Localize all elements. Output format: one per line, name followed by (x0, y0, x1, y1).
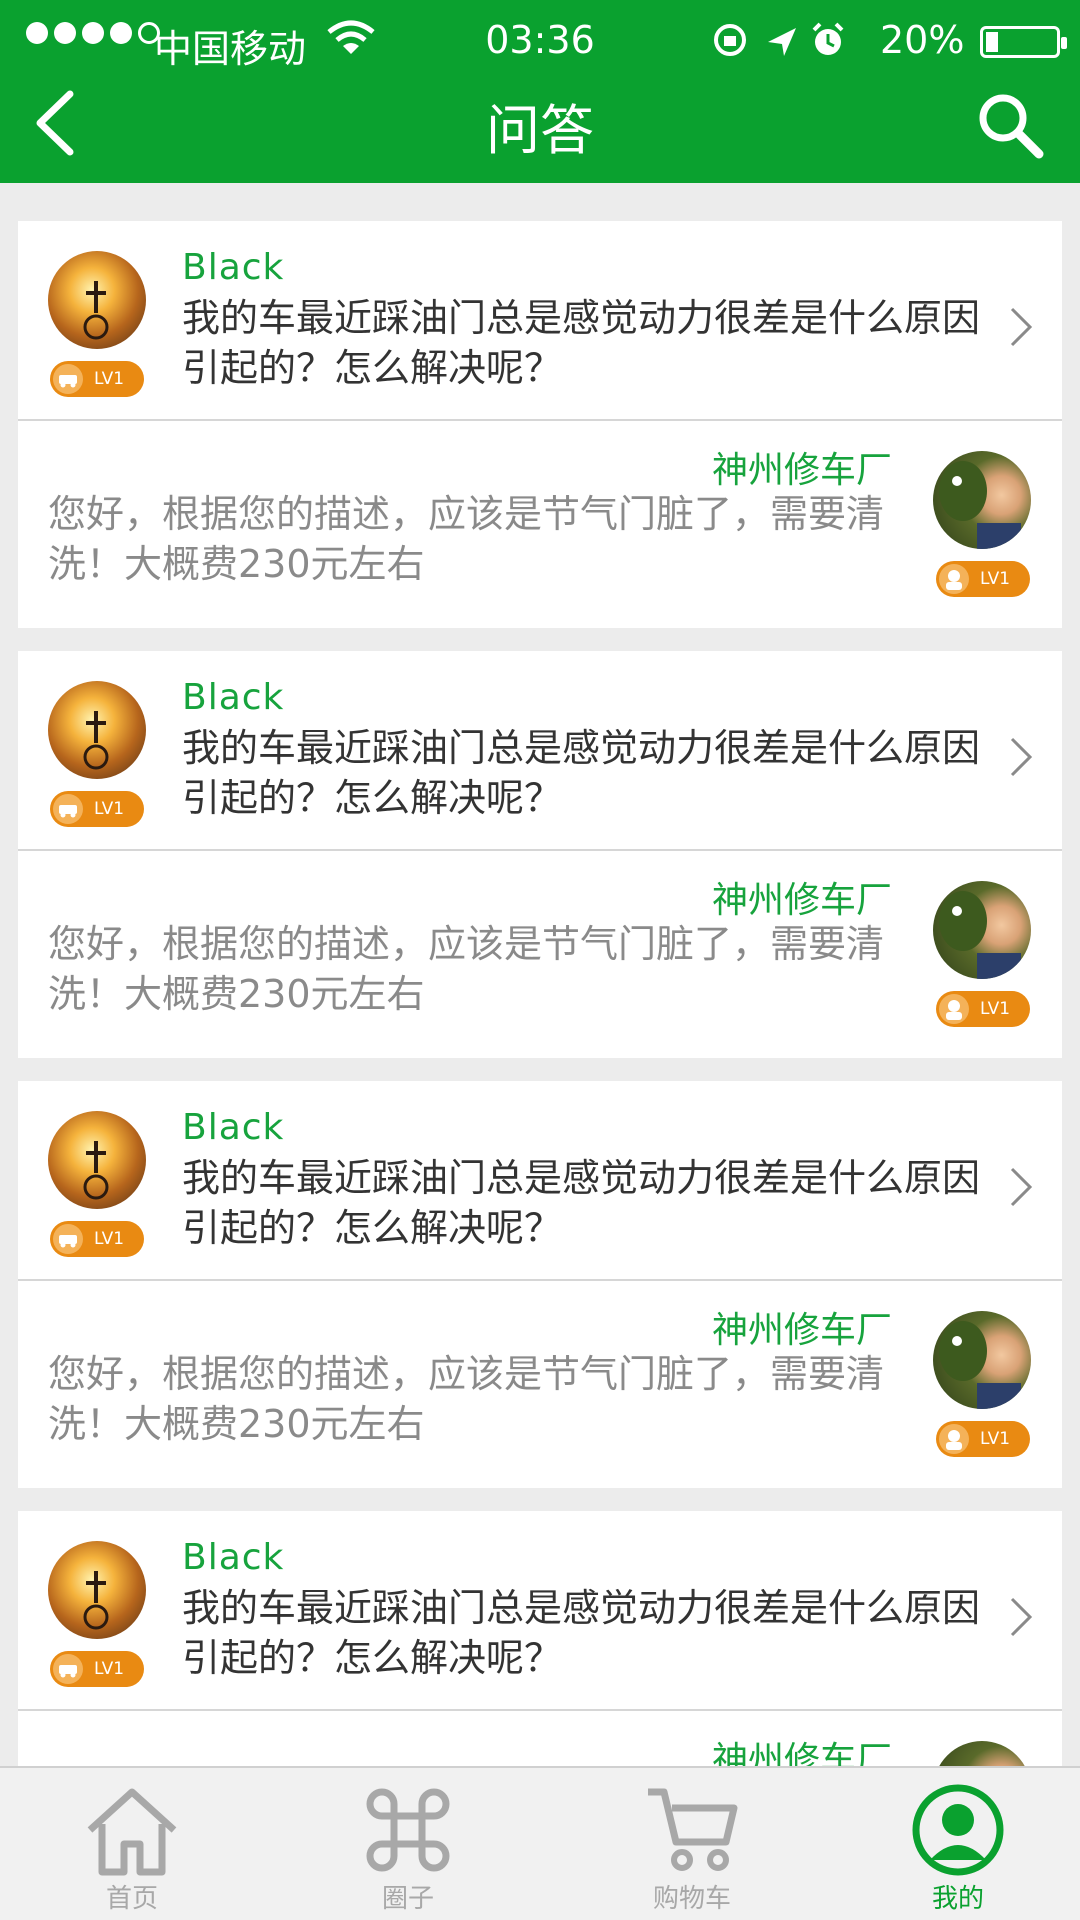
user-avatar (48, 1541, 146, 1639)
mechanic-icon (939, 994, 969, 1024)
user-avatar (48, 1111, 146, 1209)
search-icon[interactable] (975, 90, 1045, 160)
answer-text: 您好，根据您的描述，应该是节气门脏了，需要清洗！大概费230元左右 (48, 492, 885, 586)
tab-home[interactable]: 首页 (32, 1768, 232, 1920)
user-name: Black (182, 1537, 285, 1578)
shop-avatar (933, 1311, 1031, 1409)
question-row[interactable]: LV1 Black 我的车最近踩油门总是感觉动力很差是什么原因引起的？怎么解决呢… (18, 651, 1062, 851)
home-icon (87, 1788, 177, 1876)
car-icon (53, 364, 83, 394)
tab-cart[interactable]: 购物车 (592, 1768, 792, 1920)
mechanic-icon (939, 1424, 969, 1454)
question-text: 我的车最近踩油门总是感觉动力很差是什么原因引起的？怎么解决呢？ (182, 726, 981, 820)
user-level-badge: LV1 (50, 1651, 144, 1687)
user-level-badge: LV1 (50, 1221, 144, 1257)
shop-level-badge: LV1 (936, 991, 1030, 1027)
question-row[interactable]: LV1 Black 我的车最近踩油门总是感觉动力很差是什么原因引起的？怎么解决呢… (18, 1081, 1062, 1281)
question-text: 我的车最近踩油门总是感觉动力很差是什么原因引起的？怎么解决呢？ (182, 1156, 981, 1250)
user-name: Black (182, 247, 285, 288)
chevron-right-icon[interactable] (1008, 1165, 1034, 1209)
car-icon (53, 1224, 83, 1254)
user-name: Black (182, 1107, 285, 1148)
answer-text: 您好，根据您的描述，应该是节气门脏了，需要清洗！大概费230元左右 (48, 1352, 885, 1446)
rotation-lock-icon (714, 24, 746, 56)
tab-label: 购物车 (652, 1884, 731, 1914)
tab-label: 我的 (931, 1884, 984, 1914)
shop-name: 神州修车厂 (711, 1310, 892, 1351)
shop-level-badge: LV1 (936, 1421, 1030, 1457)
answer-row: 神州修车厂 您好，根据您的描述，应该是节气门脏了，需要清洗！大概费230元左右 … (18, 1281, 1062, 1488)
user-level-badge: LV1 (50, 361, 144, 397)
tab-label: 首页 (105, 1884, 158, 1914)
user-level-badge: LV1 (50, 791, 144, 827)
car-icon (53, 1654, 83, 1684)
user-icon (912, 1784, 1004, 1876)
shop-avatar (933, 451, 1031, 549)
tab-circle[interactable]: 圈子 (308, 1768, 508, 1920)
chevron-right-icon[interactable] (1008, 305, 1034, 349)
chevron-right-icon[interactable] (1008, 1595, 1034, 1639)
battery-percent: 20% (880, 18, 965, 62)
question-row[interactable]: LV1 Black 我的车最近踩油门总是感觉动力很差是什么原因引起的？怎么解决呢… (18, 221, 1062, 421)
chevron-right-icon[interactable] (1008, 735, 1034, 779)
shop-level-badge: LV1 (936, 561, 1030, 597)
question-text: 我的车最近踩油门总是感觉动力很差是什么原因引起的？怎么解决呢？ (182, 1586, 981, 1680)
tab-mine[interactable]: 我的 (858, 1768, 1058, 1920)
question-text: 我的车最近踩油门总是感觉动力很差是什么原因引起的？怎么解决呢？ (182, 296, 981, 390)
shop-name: 神州修车厂 (711, 880, 892, 921)
question-row[interactable]: LV1 Black 我的车最近踩油门总是感觉动力很差是什么原因引起的？怎么解决呢… (18, 1511, 1062, 1711)
status-icons (714, 22, 844, 56)
shop-name: 神州修车厂 (711, 450, 892, 491)
qa-card[interactable]: LV1 Black 我的车最近踩油门总是感觉动力很差是什么原因引起的？怎么解决呢… (18, 221, 1062, 628)
battery-icon (980, 26, 1067, 58)
bottom-tab-bar: 首页 圈子 购物车 我的 (0, 1766, 1080, 1920)
user-avatar (48, 251, 146, 349)
command-icon (366, 1788, 450, 1872)
alarm-clock-icon (812, 22, 844, 55)
qa-list: LV1 Black 我的车最近踩油门总是感觉动力很差是什么原因引起的？怎么解决呢… (18, 221, 1062, 1920)
page-title: 问答 (486, 99, 594, 162)
location-arrow-icon (768, 28, 796, 56)
answer-text: 您好，根据您的描述，应该是节气门脏了，需要清洗！大概费230元左右 (48, 922, 885, 1016)
app-header: 中国移动 03:36 20% 问答 (0, 0, 1080, 183)
answer-row: 神州修车厂 您好，根据您的描述，应该是节气门脏了，需要清洗！大概费230元左右 … (18, 851, 1062, 1058)
user-name: Black (182, 677, 285, 718)
user-avatar (48, 681, 146, 779)
qa-card[interactable]: LV1 Black 我的车最近踩油门总是感觉动力很差是什么原因引起的？怎么解决呢… (18, 651, 1062, 1058)
car-icon (53, 794, 83, 824)
tab-label: 圈子 (381, 1884, 434, 1914)
answer-row: 神州修车厂 您好，根据您的描述，应该是节气门脏了，需要清洗！大概费230元左右 … (18, 421, 1062, 628)
status-bar: 中国移动 03:36 20% (0, 0, 1080, 80)
qa-card[interactable]: LV1 Black 我的车最近踩油门总是感觉动力很差是什么原因引起的？怎么解决呢… (18, 1081, 1062, 1488)
cart-icon (648, 1788, 738, 1871)
mechanic-icon (939, 564, 969, 594)
shop-avatar (933, 881, 1031, 979)
